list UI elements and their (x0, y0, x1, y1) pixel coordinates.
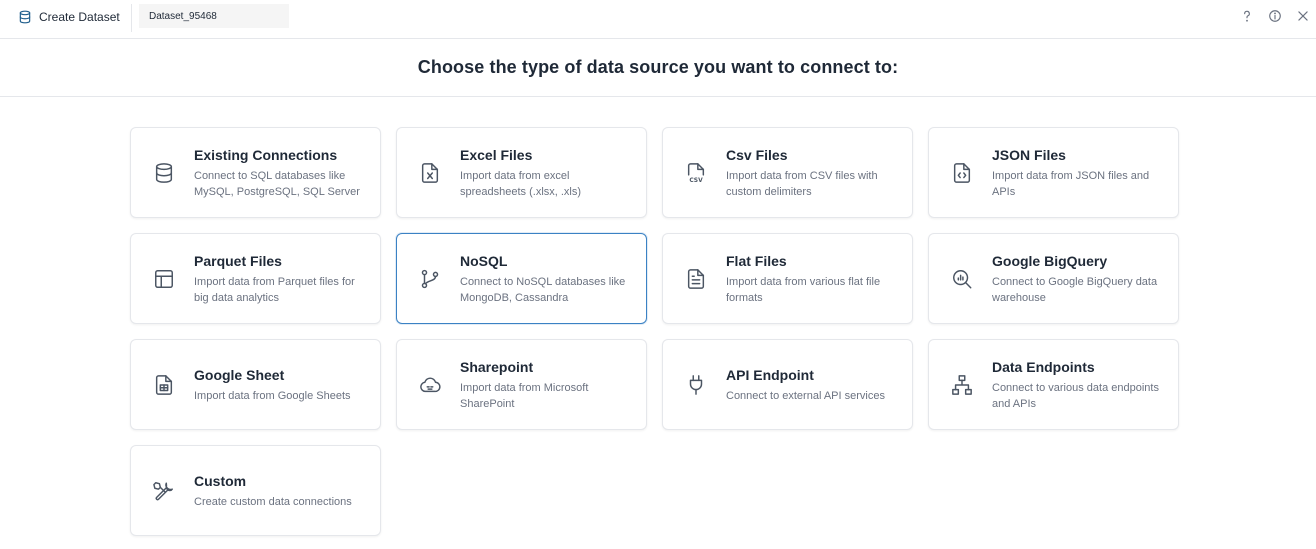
card-custom[interactable]: Custom Create custom data connections (130, 445, 381, 536)
dataset-header: Create Dataset (18, 0, 120, 33)
dataset-name-input[interactable] (139, 4, 289, 28)
page-heading: Choose the type of data source you want … (417, 57, 899, 77)
data-source-grid: Existing Connections Connect to SQL data… (130, 127, 1179, 536)
card-description: Import data from Google Sheets (194, 389, 351, 402)
card-title: Parquet Files (194, 252, 282, 269)
cloud-icon (419, 374, 441, 396)
card-title: NoSQL (460, 252, 508, 269)
database-icon (153, 162, 175, 184)
card-description: Connect to NoSQL databases like MongoDB,… (460, 275, 626, 304)
git-branch-icon (419, 268, 441, 290)
card-description: Import data from JSON files and APIs (992, 169, 1150, 198)
card-google-sheet[interactable]: Google Sheet Import data from Google She… (130, 339, 381, 430)
network-icon (951, 374, 973, 396)
info-icon[interactable] (1266, 7, 1284, 25)
divider (131, 4, 132, 32)
card-flat-files[interactable]: Flat Files Import data from various flat… (662, 233, 913, 324)
window-controls (1238, 7, 1312, 25)
card-title: Excel Files (460, 146, 533, 163)
card-description: Connect to Google BigQuery data warehous… (992, 275, 1158, 304)
card-title: Csv Files (726, 146, 788, 163)
card-title: API Endpoint (726, 366, 814, 383)
json-file-icon (951, 162, 973, 184)
card-description: Import data from various flat file forma… (726, 275, 881, 304)
card-title: Data Endpoints (992, 358, 1095, 375)
card-parquet-files[interactable]: Parquet Files Import data from Parquet f… (130, 233, 381, 324)
top-bar: Create Dataset (0, 0, 1316, 39)
card-title: Flat Files (726, 252, 787, 269)
card-title: Sharepoint (460, 358, 534, 375)
page-title: Create Dataset (39, 9, 120, 24)
excel-file-icon (419, 162, 441, 184)
card-excel-files[interactable]: Excel Files Import data from excel sprea… (396, 127, 647, 218)
card-description: Connect to external API services (726, 389, 885, 402)
card-description: Import data from Parquet files for big d… (194, 275, 355, 304)
card-description: Connect to various data endpoints and AP… (992, 381, 1159, 410)
card-title: Google BigQuery (992, 252, 1108, 269)
search-chart-icon (951, 268, 973, 290)
card-description: Import data from excel spreadsheets (.xl… (460, 169, 582, 198)
card-sharepoint[interactable]: Sharepoint Import data from Microsoft Sh… (396, 339, 647, 430)
heading-band: Choose the type of data source you want … (0, 39, 1316, 97)
tools-icon (153, 480, 175, 502)
card-nosql[interactable]: NoSQL Connect to NoSQL databases like Mo… (396, 233, 647, 324)
sheet-icon (153, 374, 175, 396)
card-existing-connections[interactable]: Existing Connections Connect to SQL data… (130, 127, 381, 218)
layout-icon (153, 268, 175, 290)
card-google-bigquery[interactable]: Google BigQuery Connect to Google BigQue… (928, 233, 1179, 324)
card-json-files[interactable]: JSON Files Import data from JSON files a… (928, 127, 1179, 218)
card-description: Import data from Microsoft SharePoint (460, 381, 589, 410)
card-api-endpoint[interactable]: API Endpoint Connect to external API ser… (662, 339, 913, 430)
file-text-icon (685, 268, 707, 290)
card-title: Google Sheet (194, 366, 285, 383)
csv-file-icon: CSV (685, 162, 707, 184)
card-csv-files[interactable]: CSV Csv Files Import data from CSV files… (662, 127, 913, 218)
card-description: Create custom data connections (194, 495, 352, 508)
card-title: Existing Connections (194, 146, 338, 163)
plug-icon (685, 374, 707, 396)
card-description: Import data from CSV files with custom d… (726, 169, 878, 198)
database-icon (18, 10, 32, 24)
help-icon[interactable] (1238, 7, 1256, 25)
svg-text:CSV: CSV (689, 177, 703, 184)
card-title: JSON Files (992, 146, 1066, 163)
card-title: Custom (194, 472, 247, 489)
close-icon[interactable] (1294, 7, 1312, 25)
card-description: Connect to SQL databases like MySQL, Pos… (194, 169, 360, 198)
card-data-endpoints[interactable]: Data Endpoints Connect to various data e… (928, 339, 1179, 430)
